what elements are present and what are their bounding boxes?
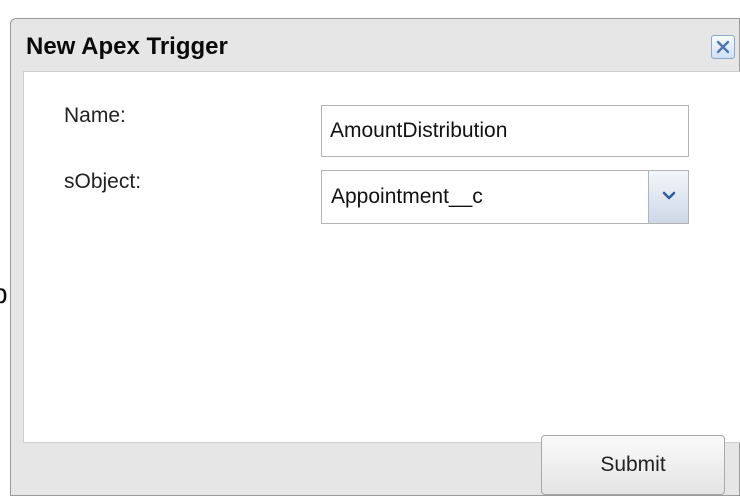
close-button[interactable]: [711, 35, 735, 59]
dialog-title: New Apex Trigger: [26, 33, 228, 60]
name-input[interactable]: [321, 105, 689, 157]
background-partial-text: b: [0, 278, 8, 310]
sobject-label: sObject:: [64, 170, 142, 193]
close-icon: [716, 40, 730, 54]
sobject-select[interactable]: Appointment__c: [321, 170, 689, 224]
name-label: Name:: [64, 104, 126, 127]
new-apex-trigger-dialog: New Apex Trigger Name: sObject: Appointm…: [10, 18, 740, 496]
select-dropdown-button[interactable]: [648, 171, 688, 223]
submit-button[interactable]: Submit: [541, 435, 725, 495]
sobject-selected-value: Appointment__c: [331, 185, 483, 208]
dialog-title-bar[interactable]: New Apex Trigger: [11, 19, 739, 71]
chevron-down-icon: [662, 188, 676, 206]
dialog-body: Name: sObject: Appointment__c: [23, 71, 740, 443]
